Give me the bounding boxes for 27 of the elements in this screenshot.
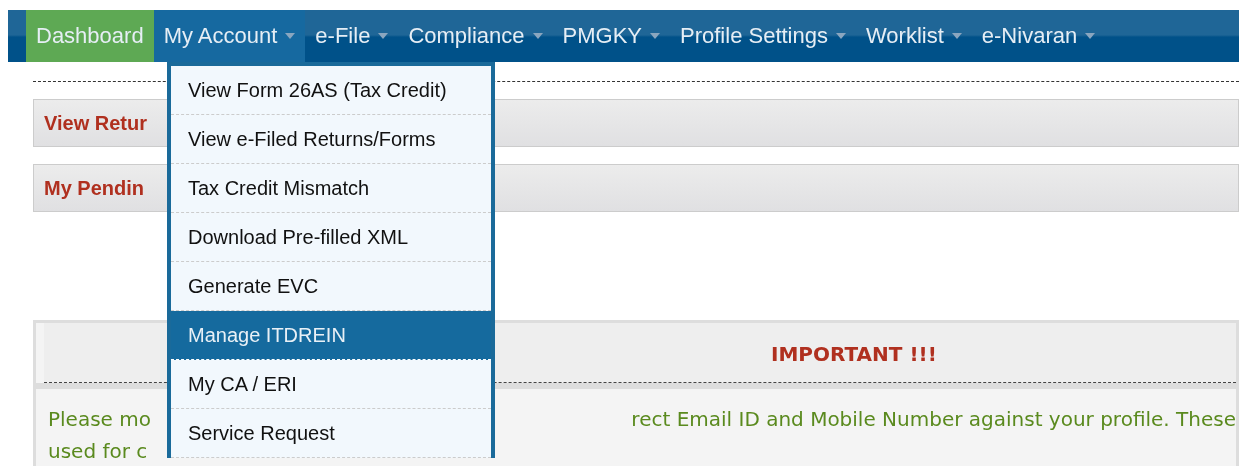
menu-item[interactable]: Download Pre-filled XML [171,213,491,262]
caret-icon [285,33,296,39]
section-title: My Pendin [44,176,144,200]
nav-tab[interactable]: Compliance [398,10,553,62]
menu-item[interactable]: Service Request [171,409,491,458]
menu-item[interactable]: View Form 26AS (Tax Credit) [171,66,491,115]
caret-icon [1085,33,1096,39]
nav-tab[interactable]: My Account [153,10,306,62]
nav-tab[interactable]: e-File [305,10,399,62]
notice-text: used for c [48,439,148,463]
caret-icon [650,33,660,39]
section-title: View Retur [44,111,147,135]
nav-tab[interactable]: Worklist [856,10,972,62]
menu-item[interactable]: Manage ITDREIN [171,311,491,360]
nav-tab[interactable]: e-Nivaran [971,10,1106,62]
caret-icon [378,33,389,39]
menu-item[interactable]: Tax Credit Mismatch [171,164,491,213]
menu-item[interactable]: My CA / ERI [171,360,491,409]
menu-item[interactable]: View e-Filed Returns/Forms [171,115,491,164]
nav-tab[interactable]: PMGKY [552,10,670,62]
notice-text: Please mo [48,407,151,431]
caret-icon [836,33,846,39]
notice-text: rect Email ID and Mobile Number against your profile. These [631,407,1236,431]
caret-icon [532,33,543,39]
caret-icon [951,33,962,39]
nav-tab[interactable]: Profile Settings [670,10,856,62]
notice-heading: IMPORTANT !!! [771,342,937,366]
